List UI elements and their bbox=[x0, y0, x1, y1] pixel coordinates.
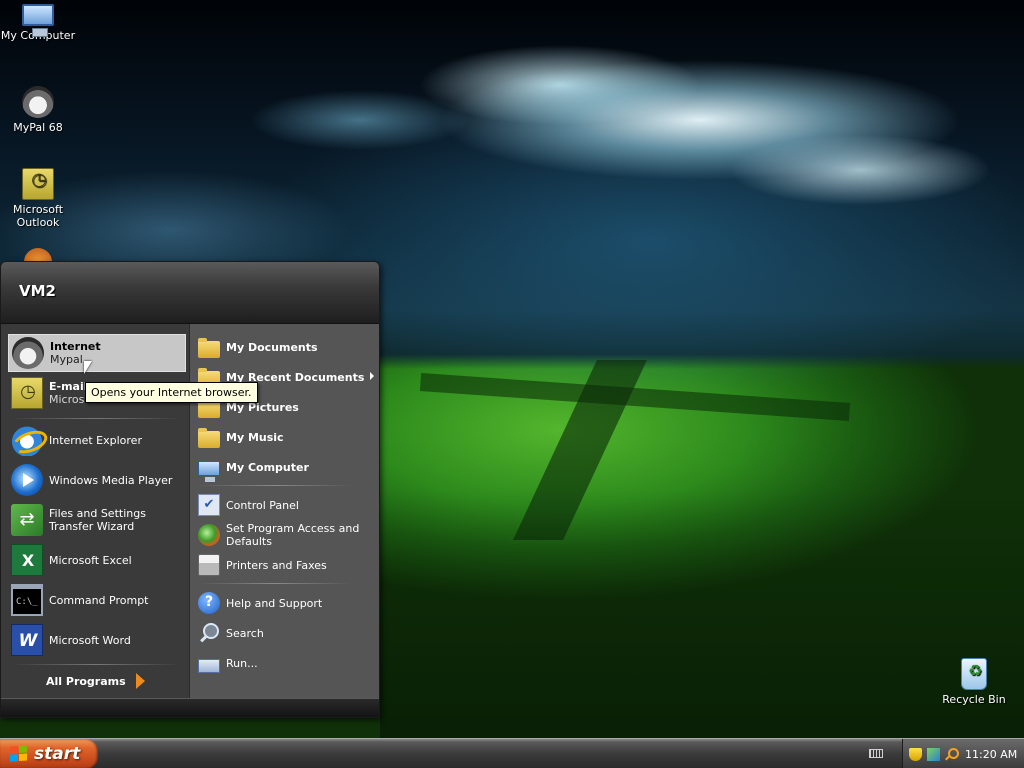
computer-icon bbox=[198, 460, 220, 482]
printer-icon bbox=[198, 554, 220, 576]
start-menu-programs: Internet Mypal E-mail Microsoft Outlook … bbox=[1, 324, 190, 698]
recent-item-label: Windows Media Player bbox=[49, 473, 173, 487]
arrow-right-icon bbox=[135, 673, 145, 689]
place-label: My Music bbox=[226, 430, 284, 444]
menu-separator bbox=[198, 485, 352, 486]
start-menu-footer bbox=[1, 698, 379, 717]
place-my-computer[interactable]: My Computer bbox=[198, 454, 374, 482]
recent-item-label: Microsoft Excel bbox=[49, 553, 132, 567]
user-name: VM2 bbox=[19, 282, 56, 300]
program-access-icon bbox=[198, 524, 220, 546]
place-my-music[interactable]: My Music bbox=[198, 424, 374, 450]
mypal-icon bbox=[22, 86, 54, 118]
folder-icon bbox=[198, 337, 220, 358]
pinned-item-title: Internet bbox=[50, 340, 101, 353]
desktop-icon-outlook[interactable]: Microsoft Outlook bbox=[0, 168, 76, 229]
media-player-icon bbox=[11, 464, 43, 496]
recent-item-label: Internet Explorer bbox=[49, 433, 142, 447]
outlook-icon bbox=[11, 377, 44, 409]
mouse-cursor-icon bbox=[84, 361, 92, 374]
setting-control-panel[interactable]: Control Panel bbox=[198, 492, 374, 518]
pinned-item-internet[interactable]: Internet Mypal bbox=[8, 334, 186, 372]
menu-separator bbox=[11, 418, 181, 419]
recent-item-label: Files and Settings Transfer Wizard bbox=[49, 507, 146, 533]
start-menu-places: My Documents My Recent Documents My Pict… bbox=[190, 324, 379, 698]
computer-icon bbox=[22, 4, 54, 37]
recent-item-internet-explorer[interactable]: Internet Explorer bbox=[8, 421, 186, 459]
outlook-icon bbox=[22, 168, 55, 200]
recent-item-excel[interactable]: Microsoft Excel bbox=[8, 541, 186, 579]
place-my-documents[interactable]: My Documents bbox=[198, 334, 374, 360]
start-button[interactable]: start bbox=[0, 739, 98, 768]
menu-separator bbox=[198, 583, 352, 584]
tooltip: Opens your Internet browser. bbox=[85, 382, 258, 403]
start-menu-header: VM2 bbox=[1, 262, 379, 324]
setting-printers[interactable]: Printers and Faxes bbox=[198, 552, 374, 578]
windows-logo-icon bbox=[10, 745, 28, 762]
recent-item-label: Command Prompt bbox=[49, 593, 149, 607]
pinned-item-subtitle: Mypal bbox=[50, 353, 83, 366]
setting-label: Set Program Access and Defaults bbox=[226, 522, 360, 548]
folder-icon bbox=[198, 427, 220, 448]
start-menu: VM2 Internet Mypal E-mail Microsoft Outl… bbox=[0, 261, 380, 718]
place-label: My Documents bbox=[226, 340, 318, 354]
recent-item-label: Microsoft Word bbox=[49, 633, 131, 647]
submenu-arrow-icon bbox=[370, 372, 374, 380]
desktop-icon-my-computer[interactable]: My Computer bbox=[0, 4, 76, 42]
wallpaper-shadow bbox=[380, 490, 1024, 738]
folder-icon bbox=[198, 397, 220, 418]
mypal-icon bbox=[12, 337, 44, 369]
desktop-icon-mypal[interactable]: MyPal 68 bbox=[0, 86, 76, 134]
tool-label: Run... bbox=[226, 656, 258, 670]
desktop-icon-label: MyPal 68 bbox=[13, 121, 63, 134]
recent-item-word[interactable]: Microsoft Word bbox=[8, 621, 186, 659]
desktop-icon-recycle-bin[interactable]: Recycle Bin bbox=[936, 658, 1012, 706]
run-icon bbox=[198, 659, 220, 673]
tool-search[interactable]: Search bbox=[198, 620, 374, 646]
recent-item-transfer-wizard[interactable]: Files and Settings Transfer Wizard bbox=[8, 501, 186, 539]
search-icon bbox=[198, 622, 220, 644]
transfer-wizard-icon bbox=[11, 504, 43, 536]
excel-icon bbox=[11, 544, 44, 576]
taskbar: start 11:20 AM bbox=[0, 738, 1024, 768]
desktop-icon-label: Microsoft Outlook bbox=[12, 203, 64, 229]
control-panel-icon bbox=[198, 494, 220, 516]
search-icon[interactable] bbox=[945, 747, 959, 761]
recycle-bin-icon bbox=[961, 658, 988, 690]
command-prompt-icon bbox=[11, 584, 43, 616]
all-programs-label: All Programs bbox=[46, 674, 126, 688]
system-tray: 11:20 AM bbox=[902, 739, 1024, 768]
setting-label: Control Panel bbox=[226, 498, 299, 512]
desktop-icon-label: Recycle Bin bbox=[942, 693, 1006, 706]
tool-run[interactable]: Run... bbox=[198, 650, 374, 676]
help-icon bbox=[198, 592, 220, 614]
internet-explorer-icon bbox=[11, 424, 43, 456]
menu-separator bbox=[11, 664, 181, 665]
start-label: start bbox=[34, 744, 81, 764]
tool-help-and-support[interactable]: Help and Support bbox=[198, 590, 374, 616]
tool-label: Help and Support bbox=[226, 596, 323, 610]
setting-program-access[interactable]: Set Program Access and Defaults bbox=[198, 522, 374, 548]
security-shield-icon[interactable] bbox=[909, 747, 922, 761]
recent-item-media-player[interactable]: Windows Media Player bbox=[8, 461, 186, 499]
place-label: My Computer bbox=[226, 460, 309, 474]
keyboard-icon[interactable] bbox=[869, 749, 883, 758]
setting-label: Printers and Faxes bbox=[226, 558, 327, 572]
clock[interactable]: 11:20 AM bbox=[965, 748, 1017, 761]
word-icon bbox=[11, 624, 44, 656]
recent-item-command-prompt[interactable]: Command Prompt bbox=[8, 581, 186, 619]
all-programs-button[interactable]: All Programs bbox=[46, 673, 145, 689]
network-icon[interactable] bbox=[927, 747, 940, 761]
tool-label: Search bbox=[226, 626, 264, 640]
